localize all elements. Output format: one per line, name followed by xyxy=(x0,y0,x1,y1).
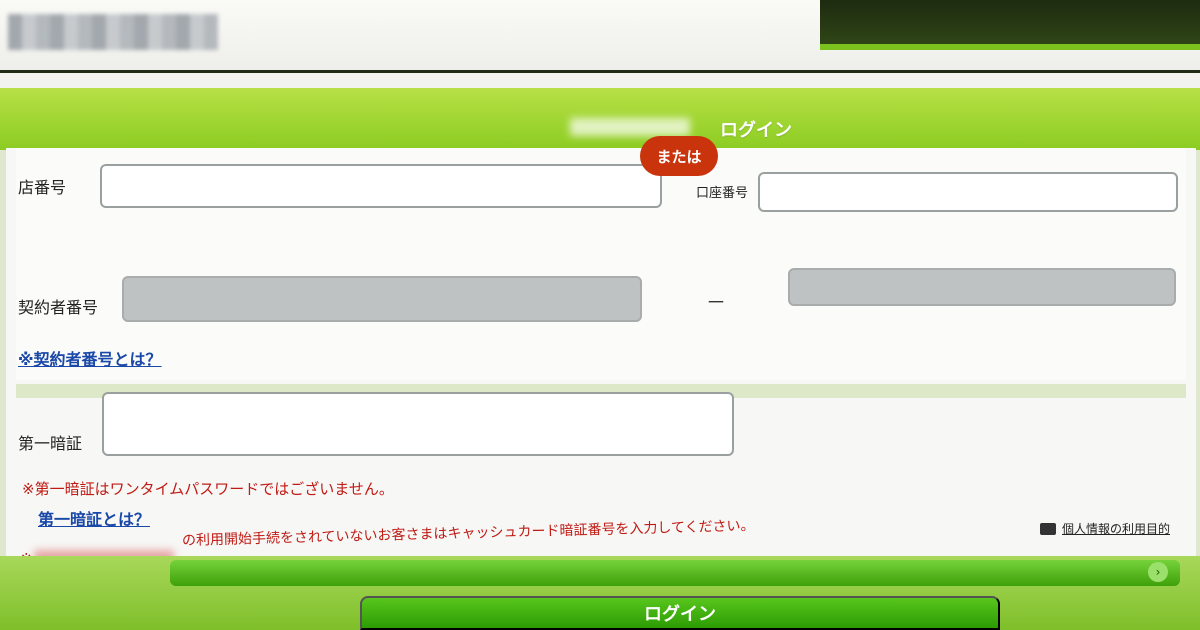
contract-number-label: 契約者番号 xyxy=(18,298,99,317)
privacy-policy-label: 個人情報の利用目的 xyxy=(1062,522,1171,536)
blurred-service-name xyxy=(570,118,690,136)
top-bar xyxy=(0,0,1200,73)
next-bar[interactable] xyxy=(170,560,1180,586)
account-number-label: 口座番号 xyxy=(696,186,749,201)
contract-number-help-link[interactable]: ※契約者番号とは？ xyxy=(18,346,162,370)
contract-number-input-2[interactable] xyxy=(788,268,1176,306)
privacy-policy-link[interactable]: 個人情報の利用目的 xyxy=(1040,520,1170,537)
login-header-band: ログイン xyxy=(0,88,1200,150)
login-header-title: ログイン xyxy=(720,120,792,141)
store-number-input[interactable] xyxy=(100,164,662,208)
account-number-input[interactable] xyxy=(758,172,1178,212)
bank-logo-blurred xyxy=(8,14,218,50)
contract-number-separator: － xyxy=(706,290,726,314)
chevron-right-icon[interactable]: › xyxy=(1148,562,1168,582)
login-button[interactable]: ログイン xyxy=(360,596,1000,630)
first-pin-help-link[interactable]: 第一暗証とは？ xyxy=(38,506,150,530)
first-pin-label: 第一暗証 xyxy=(18,434,83,453)
document-icon xyxy=(1040,522,1056,535)
contract-number-input-1[interactable] xyxy=(122,276,642,322)
first-pin-warning: ※第一暗証はワンタイムパスワードではございません。 xyxy=(22,480,394,498)
top-right-green-bar xyxy=(820,0,1200,50)
or-badge: または xyxy=(640,136,718,176)
store-number-label: 店番号 xyxy=(18,178,67,197)
first-pin-input[interactable] xyxy=(102,392,734,456)
